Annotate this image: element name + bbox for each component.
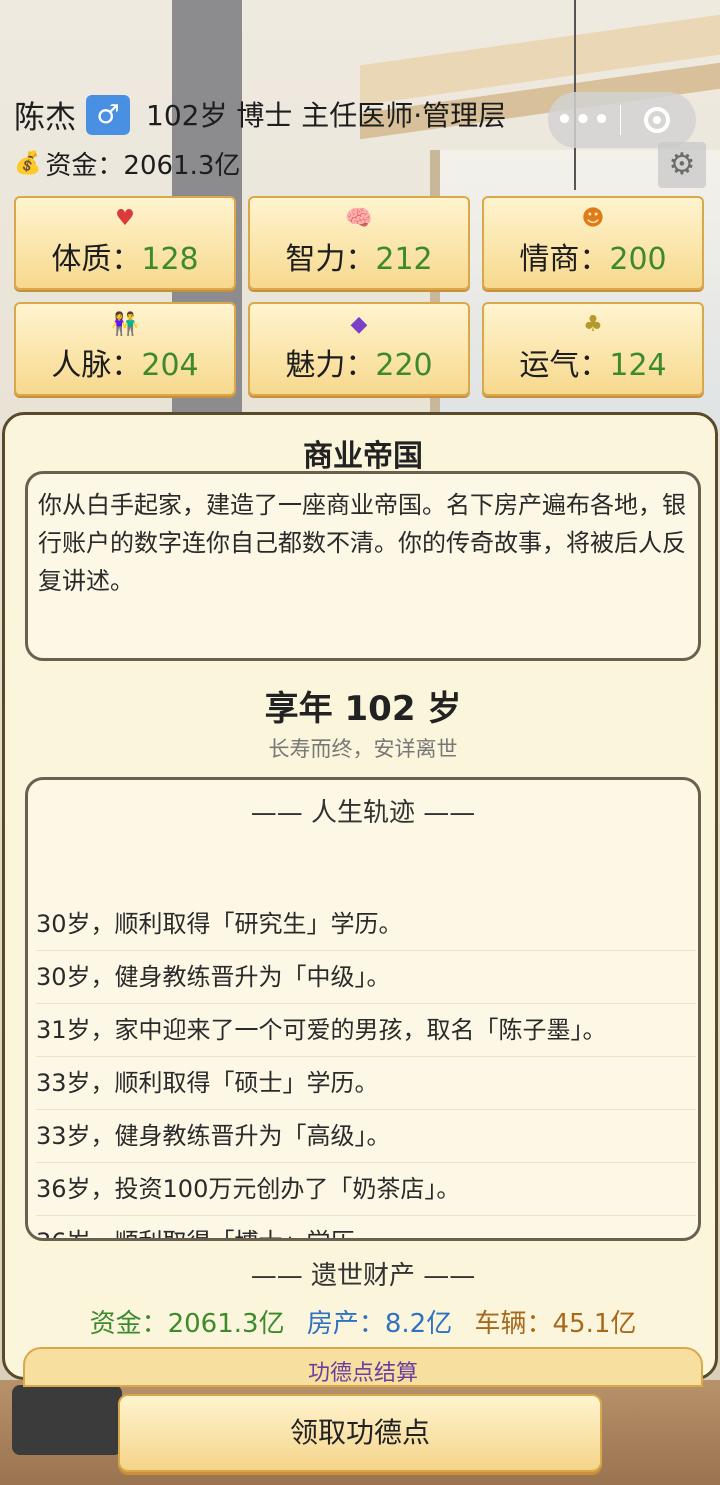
age-title: 享年 102 岁 bbox=[264, 689, 462, 729]
clover-icon: ♣ bbox=[583, 312, 603, 337]
legacy-car-value: 45.1亿 bbox=[552, 1309, 637, 1339]
legacy-house-label: 房产： bbox=[306, 1309, 385, 1339]
life-trajectory-box[interactable]: —— 人生轨迹 —— 30岁，顺利取得「研究生」学历。 30岁，健身教练晋升为「… bbox=[25, 777, 701, 1241]
claim-merit-button[interactable]: 领取功德点 bbox=[118, 1394, 602, 1472]
stat-value: 124 bbox=[609, 348, 667, 383]
legacy-money-label: 资金： bbox=[89, 1309, 168, 1339]
stat-label: 人脉： bbox=[51, 348, 142, 383]
gear-icon[interactable]: ⚙ bbox=[658, 142, 706, 188]
heart-icon: ♥ bbox=[115, 206, 135, 231]
stat-card-luck: ♣ 运气：124 bbox=[482, 302, 704, 396]
money-bag-icon: 💰 bbox=[14, 151, 42, 176]
trajectory-list[interactable]: 30岁，顺利取得「研究生」学历。 30岁，健身教练晋升为「中级」。 31岁，家中… bbox=[36, 898, 696, 1238]
stat-value: 200 bbox=[609, 242, 667, 277]
ending-description: 你从白手起家，建造了一座商业帝国。名下房产遍布各地，银行账户的数字连你自己都数不… bbox=[25, 471, 701, 661]
legacy-money-value: 2061.3亿 bbox=[167, 1309, 285, 1339]
stat-label: 情商： bbox=[519, 242, 610, 277]
stat-card-constitution: ♥ 体质：128 bbox=[14, 196, 236, 290]
smile-face-icon: ☻ bbox=[581, 206, 605, 231]
list-item: 33岁，顺利取得「硕士」学历。 bbox=[36, 1057, 696, 1110]
stat-card-intelligence: 🧠 智力：212 bbox=[248, 196, 470, 290]
stat-card-charm: ◆ 魅力：220 bbox=[248, 302, 470, 396]
stat-value: 212 bbox=[375, 242, 433, 277]
stat-card-eq: ☻ 情商：200 bbox=[482, 196, 704, 290]
money-label: 资金： bbox=[45, 151, 124, 181]
stat-card-network: 👫 人脉：204 bbox=[14, 302, 236, 396]
stat-value: 128 bbox=[141, 242, 199, 277]
list-item: 36岁，投资100万元创办了「奶茶店」。 bbox=[36, 1163, 696, 1216]
player-info: 102岁 博士 主任医师·管理层 bbox=[146, 99, 507, 132]
diamond-icon: ◆ bbox=[350, 312, 368, 337]
player-name: 陈杰 bbox=[14, 100, 76, 136]
stat-label: 体质： bbox=[51, 242, 142, 277]
ending-panel: 商业帝国 你从白手起家，建造了一座商业帝国。名下房产遍布各地，银行账户的数字连你… bbox=[2, 412, 720, 1387]
player-name-row: 陈杰 ♂ bbox=[14, 92, 136, 137]
stat-value: 204 bbox=[141, 348, 199, 383]
money-value: 2061.3亿 bbox=[123, 151, 241, 181]
legacy-title: —— 遗世财产 —— bbox=[250, 1261, 476, 1291]
legacy-house-value: 8.2亿 bbox=[384, 1309, 453, 1339]
stat-label: 魅力： bbox=[285, 348, 376, 383]
money-row: 💰 资金： 2061.3亿 bbox=[14, 145, 240, 182]
people-icon: 👫 bbox=[111, 312, 139, 337]
close-target-icon[interactable] bbox=[621, 107, 693, 133]
legacy-car-label: 车辆： bbox=[474, 1309, 553, 1339]
miniprogram-capsule: ••• bbox=[548, 92, 696, 148]
merit-settlement-tab[interactable]: 功德点结算 bbox=[23, 1347, 703, 1387]
more-icon[interactable]: ••• bbox=[548, 105, 620, 135]
ending-title: 商业帝国 bbox=[303, 439, 423, 474]
list-item: 30岁，健身教练晋升为「中级」。 bbox=[36, 951, 696, 1004]
list-item: 30岁，顺利取得「研究生」学历。 bbox=[36, 898, 696, 951]
list-item: 31岁，家中迎来了一个可爱的男孩，取名「陈子墨」。 bbox=[36, 1004, 696, 1057]
age-subtitle: 长寿而终，安详离世 bbox=[268, 737, 458, 761]
male-icon: ♂ bbox=[86, 94, 130, 135]
brain-icon: 🧠 bbox=[345, 206, 373, 231]
legacy-row: 资金：2061.3亿 房产：8.2亿 车辆：45.1亿 bbox=[5, 1303, 720, 1340]
trajectory-title: —— 人生轨迹 —— bbox=[250, 798, 476, 828]
stat-label: 智力： bbox=[285, 242, 376, 277]
list-item: 36岁，顺利取得「博士」学历。 bbox=[36, 1216, 696, 1238]
stat-value: 220 bbox=[375, 348, 433, 383]
list-item: 33岁，健身教练晋升为「高级」。 bbox=[36, 1110, 696, 1163]
stat-label: 运气： bbox=[519, 348, 610, 383]
